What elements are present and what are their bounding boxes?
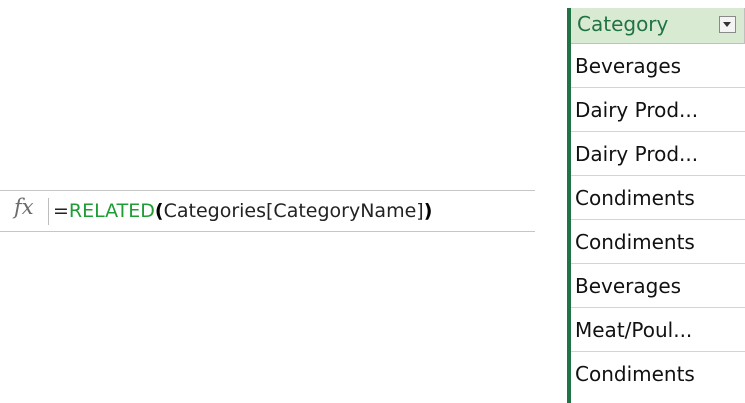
dropdown-arrow-icon — [723, 22, 731, 27]
formula-equals: = — [53, 200, 69, 222]
formula-bar: fx =RELATED(Categories[CategoryName]) — [0, 190, 535, 232]
column-header-label: Category — [577, 12, 669, 36]
table-cell[interactable]: Meat/Poul... — [571, 308, 745, 352]
formula-function-name: RELATED — [68, 200, 155, 222]
table-cell[interactable]: Dairy Prod... — [571, 88, 745, 132]
column-filter-button[interactable] — [719, 16, 736, 33]
formula-input[interactable]: =RELATED(Categories[CategoryName]) — [53, 197, 432, 225]
formula-close-paren: ) — [423, 200, 433, 222]
column-cells: Beverages Dairy Prod... Dairy Prod... Co… — [571, 44, 745, 396]
fx-icon[interactable]: fx — [14, 195, 34, 219]
table-cell[interactable]: Condiments — [571, 352, 745, 396]
column-header-category[interactable]: Category — [571, 8, 745, 44]
formula-open-paren: ( — [154, 200, 164, 222]
table-cell[interactable]: Beverages — [571, 44, 745, 88]
table-cell[interactable]: Condiments — [571, 220, 745, 264]
table-cell[interactable]: Beverages — [571, 264, 745, 308]
category-column[interactable]: Category Beverages Dairy Prod... Dairy P… — [567, 8, 745, 403]
formula-argument: Categories[CategoryName] — [163, 200, 424, 222]
table-cell[interactable]: Condiments — [571, 176, 745, 220]
table-cell[interactable]: Dairy Prod... — [571, 132, 745, 176]
formula-bar-divider — [48, 198, 49, 225]
